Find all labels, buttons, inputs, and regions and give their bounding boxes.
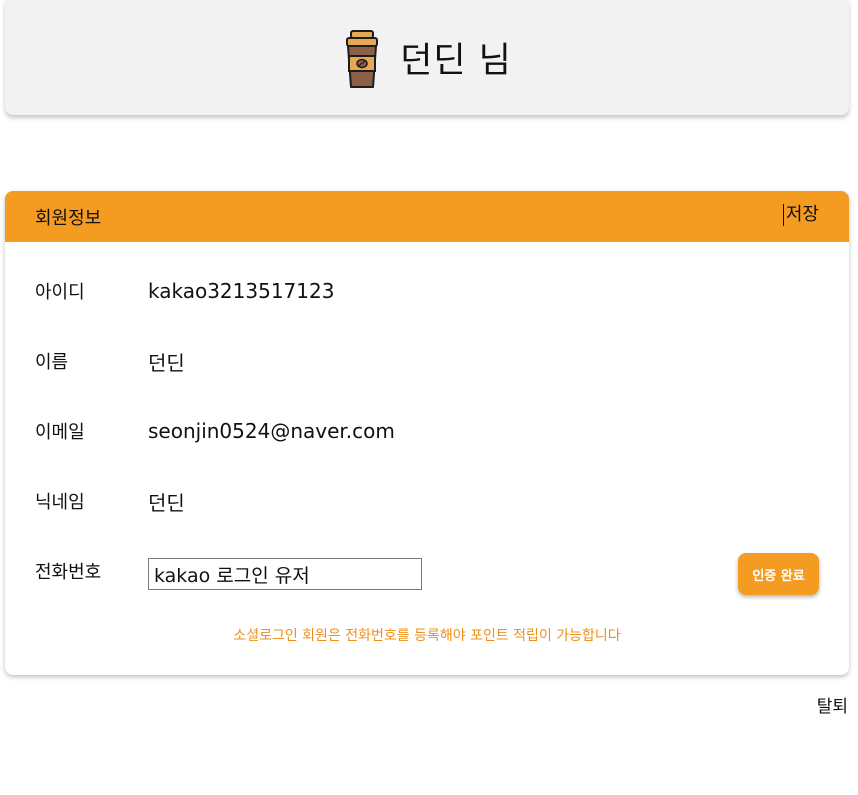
email-value: seonjin0524@naver.com [148, 419, 395, 443]
user-greeting: 던딘 님 [400, 41, 512, 81]
field-row-phone: 전화번호 [35, 556, 422, 592]
coffee-cup-icon [346, 29, 379, 88]
nickname-label: 닉네임 [35, 492, 85, 513]
field-row-nickname: 닉네임 던딘 [35, 486, 185, 516]
field-row-id: 아이디 kakao3213517123 [35, 276, 334, 306]
section-title: 회원정보 [35, 208, 102, 229]
email-label: 이메일 [35, 422, 85, 443]
field-row-name: 이름 던딘 [35, 346, 185, 376]
verify-complete-button[interactable]: 인증 완료 [738, 553, 819, 595]
id-label: 아이디 [35, 282, 85, 303]
save-button[interactable]: 저장 [782, 204, 819, 226]
id-value: kakao3213517123 [148, 279, 335, 303]
withdraw-link[interactable]: 탈퇴 [817, 692, 848, 717]
user-header: 던딘 님 [5, 0, 849, 115]
phone-input[interactable] [148, 558, 422, 590]
nickname-value: 던딘 [148, 490, 185, 515]
field-row-email: 이메일 seonjin0524@naver.com [35, 416, 395, 446]
phone-label: 전화번호 [35, 562, 102, 583]
card-header: 회원정보 저장 [5, 191, 849, 242]
member-info-card: 회원정보 저장 아이디 kakao3213517123 이름 던딘 이메일 se… [5, 191, 849, 675]
phone-notice: 소셜로그인 회원은 전화번호를 등록해야 포인트 적립이 가능합니다 [233, 628, 621, 644]
name-value: 던딘 [148, 350, 185, 375]
name-label: 이름 [35, 352, 69, 373]
